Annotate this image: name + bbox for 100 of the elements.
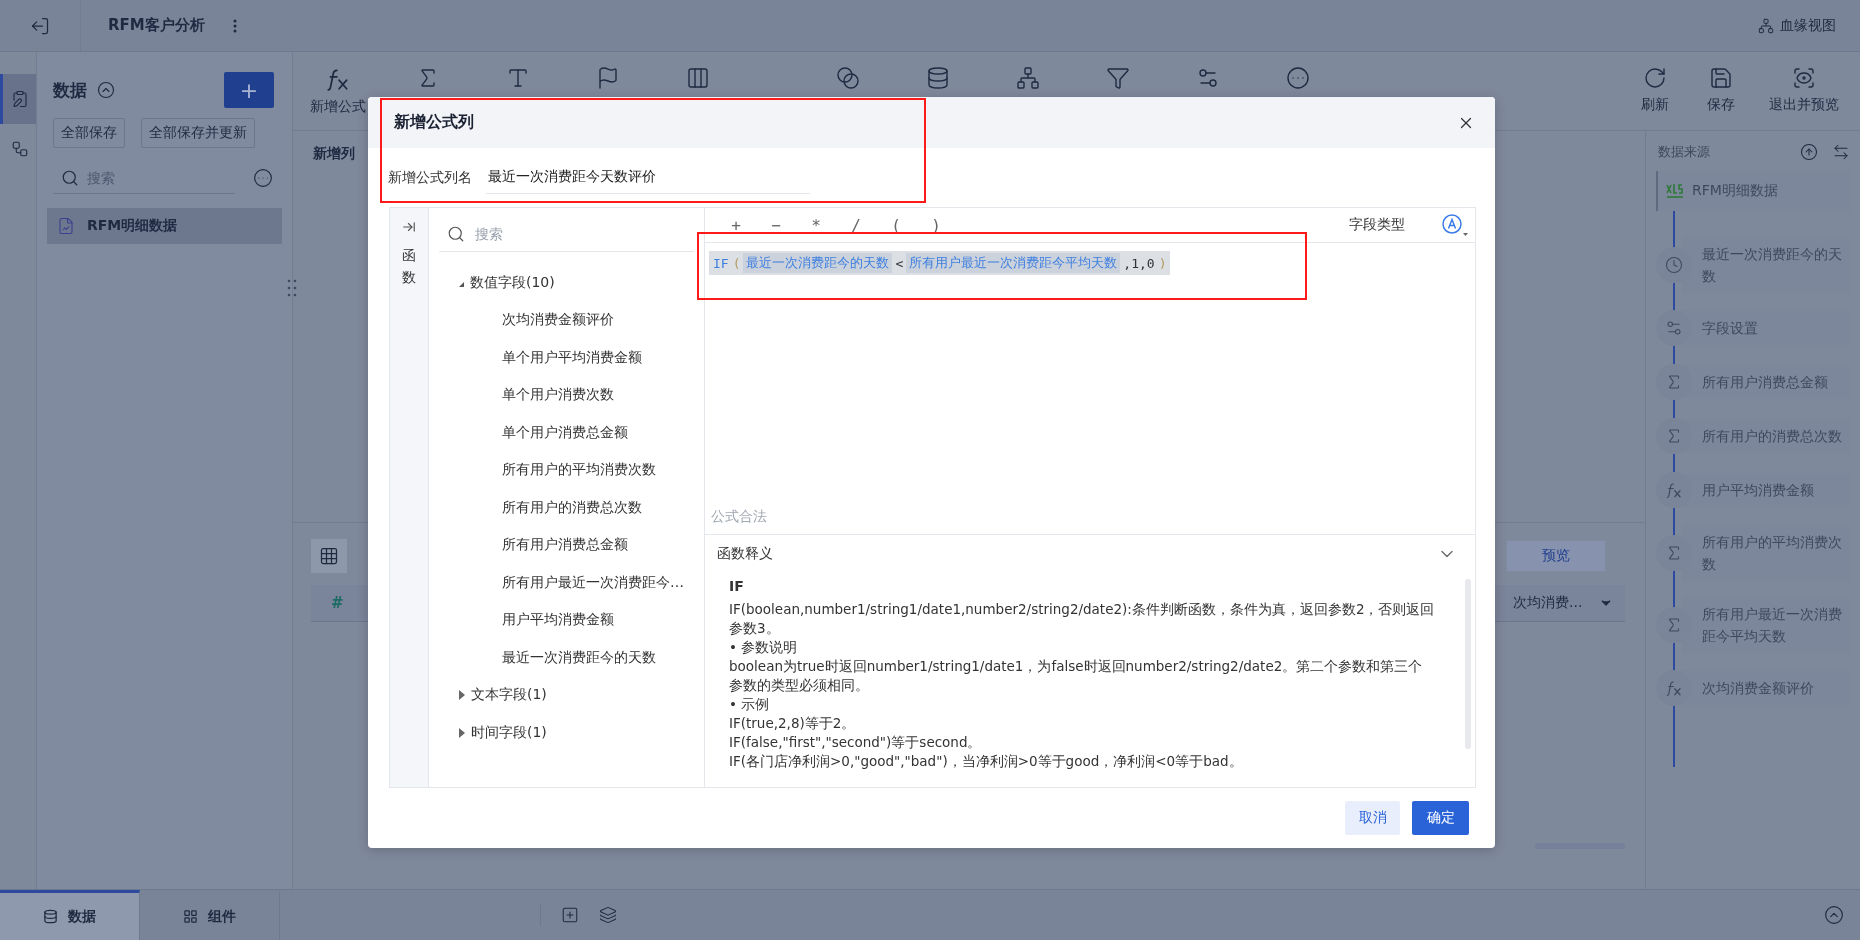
flag-icon[interactable] bbox=[596, 66, 620, 90]
expand-caret-icon[interactable] bbox=[459, 281, 464, 287]
field-item[interactable]: 所有用户的平均消费次数 bbox=[439, 451, 694, 489]
operator-button[interactable]: * bbox=[809, 215, 823, 235]
help-text: • 参数说明 bbox=[729, 638, 799, 657]
more-button[interactable] bbox=[232, 18, 237, 33]
collapse-button[interactable] bbox=[97, 81, 115, 99]
field-item[interactable]: 单个用户消费次数 bbox=[439, 376, 694, 414]
clipboard-pen-icon bbox=[10, 90, 29, 108]
field-item[interactable]: 用户平均消费金额 bbox=[439, 601, 694, 639]
field-item[interactable]: 所有用户消费总金额 bbox=[439, 526, 694, 564]
formula-text: ,1,0 bbox=[1122, 255, 1156, 271]
field-chip: 所有用户最近一次消费距今平均天数 bbox=[906, 253, 1121, 273]
tree-group[interactable]: 文本字段(1) bbox=[439, 676, 694, 714]
status-text: 公式合法 bbox=[710, 508, 768, 526]
expand-caret-icon[interactable] bbox=[459, 727, 465, 738]
square-plus-icon bbox=[561, 906, 579, 924]
text-format-icon[interactable] bbox=[506, 66, 530, 90]
toolbar-button[interactable]: 保存 bbox=[1688, 66, 1754, 114]
help-text: IF(boolean,number1/string1/date1,number2/string2/date2):条件判断函数，条件为真，返回参数2，否则返回参数3。 bbox=[729, 600, 1435, 638]
save-button[interactable]: 全部保存并更新 bbox=[141, 118, 255, 148]
upload-button[interactable] bbox=[1800, 143, 1818, 161]
tree-group[interactable]: 时间字段(1) bbox=[439, 714, 694, 752]
operator-button[interactable]: − bbox=[769, 215, 783, 235]
table-name: RFM明细数据 bbox=[87, 217, 178, 235]
operator-button[interactable]: + bbox=[729, 215, 743, 235]
chevron-up-icon bbox=[97, 81, 115, 99]
toolbar-button[interactable]: 新增公式 bbox=[293, 66, 383, 116]
field-item[interactable]: 单个用户消费总金额 bbox=[439, 414, 694, 452]
more-icon bbox=[232, 18, 237, 33]
field-item[interactable]: 所有用户最近一次消费距今… bbox=[439, 564, 694, 602]
group-label: 文本字段(1) bbox=[471, 686, 547, 705]
formula-operator: < bbox=[894, 255, 905, 271]
spreadsheet-icon bbox=[1666, 183, 1684, 199]
lineage-button[interactable]: 血缘视图 bbox=[1758, 16, 1836, 35]
field-item[interactable]: 最近一次消费距今的天数 bbox=[439, 639, 694, 677]
field-item[interactable]: 次均消费金额评价 bbox=[439, 301, 694, 339]
preview-button[interactable]: 预览 bbox=[1507, 541, 1605, 571]
swap-icon bbox=[1832, 143, 1850, 161]
chart-file-icon bbox=[57, 217, 75, 235]
drag-handle-icon[interactable] bbox=[287, 279, 297, 297]
field-chip: 最近一次消费距今的天数 bbox=[743, 253, 893, 273]
table-item[interactable]: RFM明细数据 bbox=[47, 208, 282, 244]
toolbar-button[interactable]: 刷新 bbox=[1622, 66, 1688, 114]
workflow-icon bbox=[10, 140, 29, 158]
formula-paren: ( bbox=[731, 255, 742, 271]
expand-caret-icon[interactable] bbox=[459, 690, 465, 701]
clock-icon bbox=[1665, 256, 1683, 274]
field-settings-icon bbox=[1665, 319, 1683, 337]
field-label: 新增公式列名 bbox=[388, 168, 472, 187]
refresh-icon[interactable] bbox=[1643, 66, 1667, 90]
column-header[interactable]: 次均消费... bbox=[1509, 585, 1625, 621]
formula-paren: ) bbox=[1157, 255, 1168, 271]
cancel-button[interactable]: 取消 bbox=[1345, 801, 1400, 835]
field-item[interactable]: 所有用户的消费总次数 bbox=[439, 489, 694, 527]
function-icon bbox=[1665, 679, 1683, 697]
save-icon[interactable] bbox=[1709, 66, 1733, 90]
functions-tab[interactable]: 函数 bbox=[402, 244, 416, 289]
expand-icon[interactable] bbox=[402, 220, 416, 234]
more-button[interactable] bbox=[253, 168, 273, 188]
view-mode-button[interactable] bbox=[311, 539, 347, 573]
toolbar-button[interactable]: 退出并预览 bbox=[1754, 66, 1854, 114]
field-settings-icon[interactable] bbox=[1196, 66, 1220, 90]
columns-icon[interactable] bbox=[686, 66, 710, 90]
hierarchy-icon[interactable] bbox=[1016, 66, 1040, 90]
help-text: IF(true,2,8)等于2。 bbox=[729, 714, 857, 733]
selected-formula[interactable]: IF ( 最近一次消费距今的天数 < 所有用户最近一次消费距今平均天数 ,1,0 ) bbox=[709, 251, 1171, 275]
grid-icon bbox=[319, 546, 339, 566]
swap-button[interactable] bbox=[1832, 143, 1850, 161]
exit-button[interactable] bbox=[30, 15, 50, 36]
panel-title: 数据来源 bbox=[1658, 143, 1710, 161]
database-icon[interactable] bbox=[926, 66, 950, 90]
add-grid-button[interactable] bbox=[599, 906, 617, 924]
chevron-up-icon bbox=[1824, 905, 1844, 925]
field-type-label: 字段类型 bbox=[1349, 216, 1405, 234]
data-tab[interactable] bbox=[0, 74, 36, 124]
overlap-circles-icon[interactable] bbox=[836, 66, 860, 90]
filter-icon[interactable] bbox=[1106, 66, 1130, 90]
operator-button[interactable]: / bbox=[849, 215, 863, 235]
field-item[interactable]: 单个用户平均消费金额 bbox=[439, 339, 694, 377]
bottom-tab[interactable]: 组件 bbox=[140, 890, 280, 940]
save-button[interactable]: 全部保存 bbox=[53, 118, 125, 148]
group-label: 时间字段(1) bbox=[471, 723, 547, 742]
tree-group[interactable]: 数值字段(10) bbox=[439, 264, 694, 302]
confirm-button[interactable]: 确定 bbox=[1412, 801, 1469, 835]
add-button[interactable]: + bbox=[224, 72, 274, 108]
function-icon bbox=[1665, 481, 1683, 499]
bottom-tab[interactable]: 数据 bbox=[0, 890, 140, 940]
more-icon[interactable] bbox=[1286, 66, 1310, 90]
help-text: IF(各门店净利润>0,"good","bad")，当净利润>0等于good，净利润<0等于bad。 bbox=[729, 752, 1244, 771]
step-title: 新增列 bbox=[313, 145, 355, 161]
preview-icon[interactable] bbox=[1792, 66, 1816, 90]
help-text: boolean为true时返回number1/string1/date1，为false时返回number2/string2/date2。第二个参数和第三个参数的类型必须相同。 bbox=[729, 657, 1424, 695]
add-table-button[interactable] bbox=[561, 906, 579, 924]
search-icon bbox=[61, 169, 79, 187]
field-type-button[interactable] bbox=[1441, 213, 1469, 237]
arrow-up-circle-icon bbox=[1800, 143, 1818, 161]
dialog-title: 新增公式列 bbox=[394, 112, 474, 133]
hierarchy-icon bbox=[1758, 17, 1774, 34]
layers-icon bbox=[599, 906, 617, 924]
